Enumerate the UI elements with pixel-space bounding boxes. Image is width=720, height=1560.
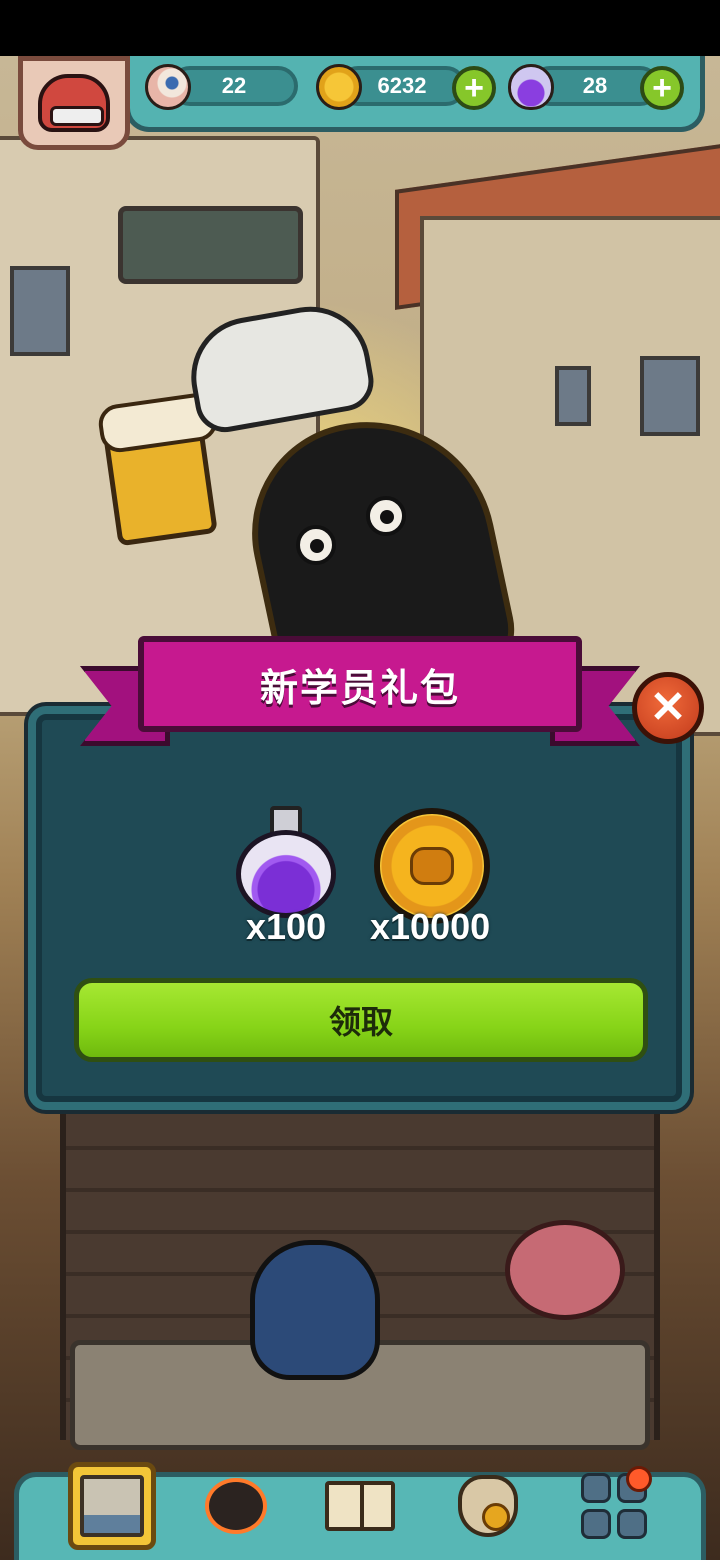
book-icon	[325, 1481, 395, 1531]
status-bar	[0, 0, 720, 56]
add-coins-button[interactable]: +	[452, 66, 496, 110]
claim-button-label: 领取	[328, 1004, 393, 1040]
window	[555, 366, 591, 426]
reward-potion-quantity: x100	[246, 906, 327, 947]
window	[640, 356, 700, 436]
coin-count: 6232	[377, 73, 427, 98]
furball-monster-icon	[205, 1478, 267, 1534]
plus-icon: +	[652, 69, 672, 107]
close-button[interactable]: ✕	[632, 672, 704, 744]
claim-button[interactable]: 领取	[74, 978, 648, 1062]
purple-potion-icon	[508, 64, 554, 110]
player-avatar[interactable]	[18, 56, 130, 150]
character-eye	[296, 525, 336, 565]
ribbon-banner: 新学员礼包	[138, 636, 582, 732]
building-icon	[80, 1475, 144, 1537]
potion-bulb	[236, 830, 336, 918]
monster-avatar-icon	[38, 74, 110, 132]
reward-potion-icon	[234, 806, 338, 918]
coin-face-emblem	[410, 847, 454, 885]
gold-coin-icon	[316, 64, 362, 110]
pink-monster[interactable]	[505, 1220, 625, 1320]
plus-icon: +	[464, 69, 484, 107]
nav-building-button[interactable]	[68, 1462, 156, 1550]
nav-book-button[interactable]	[316, 1462, 404, 1550]
eyeball-icon	[145, 64, 191, 110]
add-potions-button[interactable]: +	[640, 66, 684, 110]
dialog-title-ribbon: 新学员礼包	[80, 636, 640, 746]
beer-mug-icon	[102, 413, 218, 547]
notification-badge	[626, 1466, 652, 1492]
coin-bag-icon	[458, 1475, 518, 1537]
nav-shop-button[interactable]	[444, 1462, 532, 1550]
blue-monster[interactable]	[250, 1240, 380, 1380]
close-icon: ✕	[649, 683, 687, 732]
window	[10, 266, 70, 356]
eyeball-count: 22	[221, 73, 247, 98]
reward-coin-quantity: x10000	[370, 906, 491, 947]
potion-count: 28	[582, 73, 608, 98]
dialog-title: 新学员礼包	[259, 667, 460, 710]
nav-monsters-button[interactable]	[192, 1462, 280, 1550]
character-eye	[366, 496, 406, 536]
shop-sign	[118, 206, 303, 284]
